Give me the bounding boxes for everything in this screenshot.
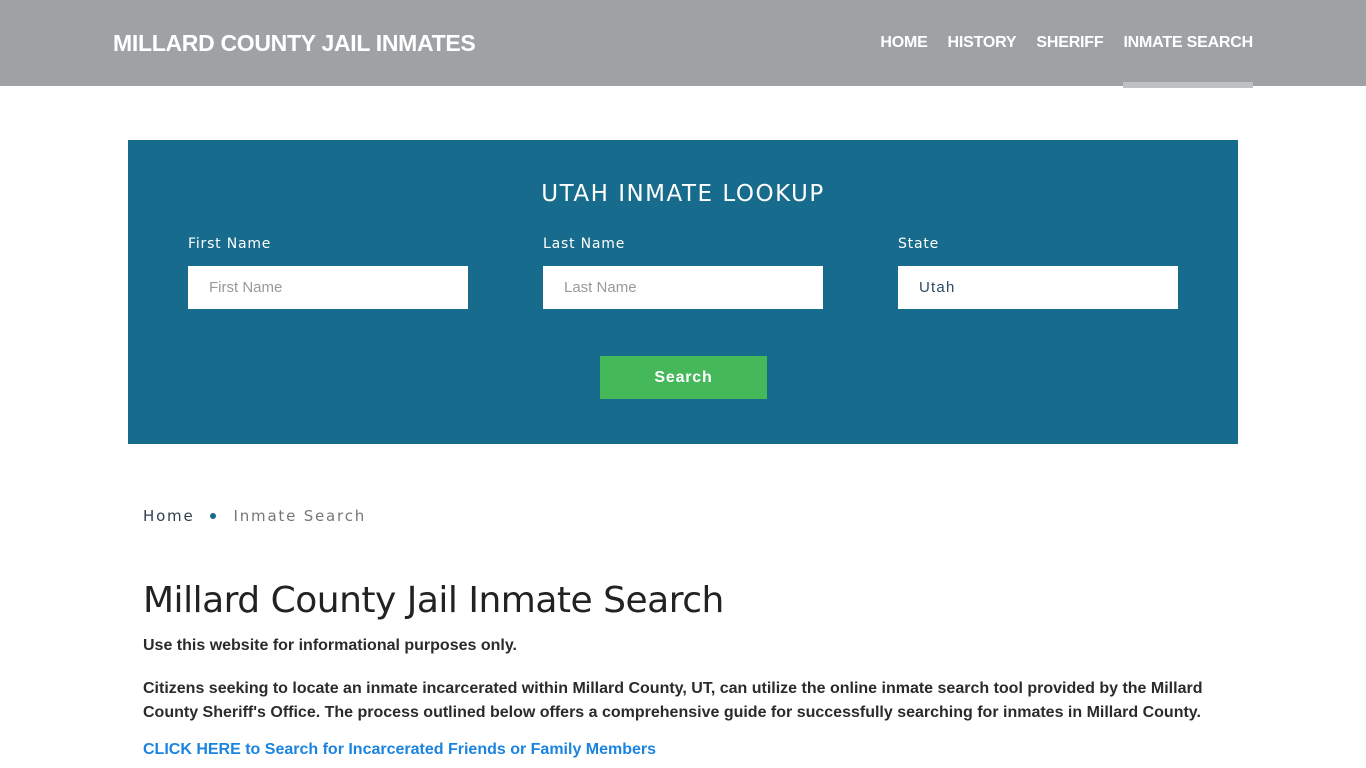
page-title: Millard County Jail Inmate Search <box>143 580 724 621</box>
search-cta-link[interactable]: CLICK HERE to Search for Incarcerated Fr… <box>143 741 656 759</box>
last-name-label: Last Name <box>543 236 626 252</box>
state-label: State <box>898 236 940 252</box>
site-brand-link[interactable]: MILLARD COUNTY JAIL INMATES <box>113 30 476 57</box>
breadcrumb: Home Inmate Search <box>143 507 366 525</box>
state-field-group: State <box>898 236 1178 309</box>
search-button[interactable]: Search <box>600 356 767 399</box>
last-name-field-group: Last Name <box>543 236 823 309</box>
lookup-title: UTAH INMATE LOOKUP <box>541 181 825 207</box>
nav-home[interactable]: HOME <box>880 34 927 52</box>
main-nav: HOME HISTORY SHERIFF INMATE SEARCH <box>860 34 1253 88</box>
site-header: MILLARD COUNTY JAIL INMATES HOME HISTORY… <box>0 0 1366 88</box>
intro-paragraph: Citizens seeking to locate an inmate inc… <box>143 680 1203 721</box>
nav-sheriff[interactable]: SHERIFF <box>1036 34 1103 52</box>
nav-inmate-search[interactable]: INMATE SEARCH <box>1123 34 1253 88</box>
nav-history[interactable]: HISTORY <box>948 34 1017 52</box>
state-input[interactable] <box>898 266 1178 309</box>
last-name-input[interactable] <box>543 266 823 309</box>
first-name-field-group: First Name <box>188 236 468 309</box>
breadcrumb-home[interactable]: Home <box>143 507 195 525</box>
breadcrumb-separator-dot-icon <box>209 513 216 519</box>
disclaimer-text: Use this website for informational purpo… <box>143 637 517 654</box>
first-name-label: First Name <box>188 236 272 252</box>
first-name-input[interactable] <box>188 266 468 309</box>
breadcrumb-current: Inmate Search <box>233 507 367 525</box>
